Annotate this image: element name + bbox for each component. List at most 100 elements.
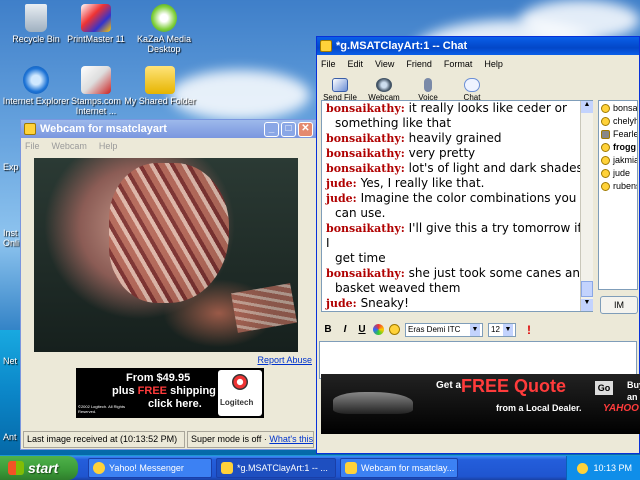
report-abuse-link[interactable]: Report Abuse (257, 355, 312, 365)
maximize-button[interactable]: □ (281, 121, 296, 137)
super-mode-text: Super mode is off · (191, 434, 270, 444)
chat-button[interactable]: Chat (455, 78, 489, 102)
stamps-icon (81, 66, 111, 94)
desktop-icon-label: My Shared Folder (124, 96, 196, 106)
microphone-icon (424, 78, 432, 92)
user-name: rubens (613, 181, 638, 191)
im-button[interactable]: IM (600, 296, 638, 314)
ad-get-a: Get a (436, 380, 462, 391)
menu-edit[interactable]: Edit (348, 59, 364, 69)
taskbar-button-chat[interactable]: *g.MSATClayArt:1 -- ... (216, 458, 336, 478)
message-continuation: basket weaved them (335, 281, 461, 295)
user-list-item[interactable]: bonsa (599, 102, 637, 114)
send-file-button[interactable]: Send File (323, 78, 357, 102)
cloud (520, 0, 640, 40)
webcam-menubar: File Webcam Help (21, 138, 316, 153)
webcam-image (34, 158, 298, 352)
user-list-item[interactable]: chelyh (599, 115, 637, 127)
chat-message: bonsaikathy: I'll give this a try tomorr… (326, 221, 588, 266)
underline-button[interactable]: U (356, 324, 368, 335)
italic-button[interactable]: I (339, 324, 351, 335)
smiley-icon (601, 116, 610, 126)
menu-file[interactable]: File (25, 141, 40, 151)
user-list-item[interactable]: Fearle (599, 128, 637, 140)
bold-button[interactable]: B (322, 324, 334, 335)
chat-message: jude: Sneaky! (326, 296, 588, 311)
ad-from-dealer: from a Local Dealer. (496, 403, 582, 413)
clock: 10:13 PM (593, 463, 632, 473)
user-list-item[interactable]: frogg (599, 141, 637, 153)
desktop-icon-label: KaZaA Media Desktop (136, 34, 192, 54)
text-color-icon[interactable] (373, 324, 384, 335)
message-sender: bonsaikathy: (326, 222, 405, 235)
menu-file[interactable]: File (321, 59, 336, 69)
scroll-up-arrow[interactable]: ▲ (581, 101, 593, 113)
taskbar-button-webcam[interactable]: Webcam for msatclay... (340, 458, 458, 478)
menu-webcam[interactable]: Webcam (52, 141, 87, 151)
message-text: Yes, I really like that. (360, 176, 485, 190)
room-user-list[interactable]: bonsa chelyh Fearle frogg jakmia jude ru… (598, 100, 638, 290)
logitech-ad-banner[interactable]: From $49.95 plus FREE shipping click her… (76, 368, 264, 418)
message-sender: jude: (326, 192, 357, 205)
message-continuation: get time (335, 251, 386, 265)
desktop-icon-printmaster[interactable]: PrintMaster 11 (60, 4, 132, 44)
whats-this-link[interactable]: What's this? (269, 434, 313, 444)
start-button[interactable]: start (0, 456, 78, 480)
smiley-icon (601, 168, 610, 178)
minimize-button[interactable]: _ (264, 121, 279, 137)
close-button[interactable]: ✕ (298, 121, 313, 137)
desktop-icon-label: Recycle Bin (12, 34, 60, 44)
desktop-icon-stamps[interactable]: Stamps.com Internet ... (60, 66, 132, 116)
menu-view[interactable]: View (375, 59, 394, 69)
desktop-icon-kazaa[interactable]: KaZaA Media Desktop (128, 4, 200, 54)
message-text: Imagine the color combinations you (360, 191, 577, 205)
chat-bubbles-icon (464, 78, 480, 92)
free-quote-ad-banner[interactable]: Get a FREE Quote Go Buy an from a Local … (321, 374, 640, 434)
scroll-down-arrow[interactable]: ▼ (581, 299, 593, 311)
ignore-alert-icon[interactable]: ! (527, 323, 531, 337)
chat-log-scrollbar[interactable]: ▲ ▼ (580, 101, 593, 311)
task-label: Webcam for msatclay... (361, 463, 455, 473)
chat-window-title: *g.MSATClayArt:1 -- Chat (336, 40, 468, 52)
user-list-item[interactable]: jakmia (599, 154, 637, 166)
ad-go-button[interactable]: Go (595, 381, 613, 395)
user-name: jude (613, 168, 631, 178)
folder-icon (145, 66, 175, 94)
webcam-titlebar[interactable]: Webcam for msatclayart _ □ ✕ (21, 120, 316, 138)
webcam-button[interactable]: Webcam (367, 78, 401, 102)
smiley-icon (601, 103, 610, 113)
desktop-icon-label: Stamps.com Internet ... (70, 96, 121, 116)
desktop-edge-label: Net (3, 356, 18, 366)
yahoo-tray-icon[interactable] (577, 462, 589, 474)
chat-window: *g.MSATClayArt:1 -- Chat File Edit View … (316, 36, 640, 454)
taskbar: start Yahoo! Messenger *g.MSATClayArt:1 … (0, 456, 640, 480)
kazaa-icon (151, 4, 177, 32)
user-name: jakmia (613, 155, 638, 165)
user-name: Fearle (613, 129, 638, 139)
system-tray: 10:13 PM (566, 456, 640, 480)
desktop-edge-label: Exp (3, 162, 19, 172)
user-list-item[interactable]: jude (599, 167, 637, 179)
font-size-value: 12 (491, 325, 500, 334)
chat-titlebar[interactable]: *g.MSATClayArt:1 -- Chat (317, 37, 639, 55)
message-text: lot's of light and dark shades (408, 161, 583, 175)
ad-price: From $49.95 (126, 372, 191, 384)
desktop-icon-shared-folder[interactable]: My Shared Folder (124, 66, 196, 106)
emoticon-icon[interactable] (389, 324, 400, 335)
user-list-item[interactable]: rubens (599, 180, 637, 192)
chat-log[interactable]: bonsaikathy: it really looks like ceder … (321, 100, 593, 312)
voice-button[interactable]: Voice (411, 78, 445, 102)
message-continuation: something like that (335, 116, 452, 130)
font-size-select[interactable]: 12 ▼ (488, 322, 516, 337)
message-sender: bonsaikathy: (326, 162, 405, 175)
menu-help[interactable]: Help (484, 59, 503, 69)
font-select[interactable]: Eras Demi ITC ▼ (405, 322, 483, 337)
taskbar-button-yahoo-messenger[interactable]: Yahoo! Messenger (88, 458, 212, 478)
chat-message: bonsaikathy: lot's of light and dark sha… (326, 161, 588, 176)
menu-format[interactable]: Format (444, 59, 473, 69)
menu-help[interactable]: Help (99, 141, 118, 151)
menu-friend[interactable]: Friend (406, 59, 432, 69)
send-file-icon (332, 78, 348, 92)
font-value: Eras Demi ITC (408, 325, 461, 334)
scroll-thumb[interactable] (581, 281, 593, 297)
